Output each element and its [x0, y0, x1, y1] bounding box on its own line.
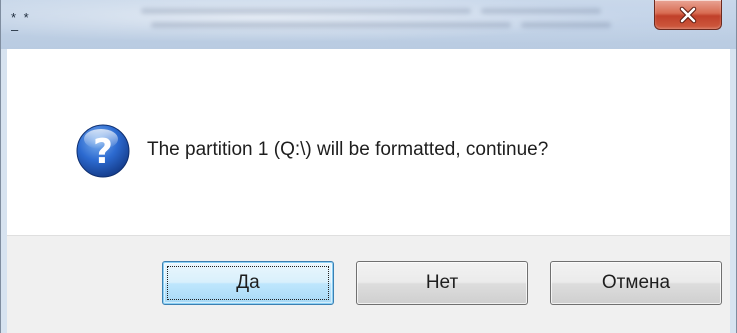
yes-button-label: Да: [236, 272, 260, 293]
no-button-label: Нет: [425, 272, 459, 293]
message-area: ? The partition 1 (Q:\) will be formatte…: [7, 49, 730, 235]
svg-text:?: ?: [93, 132, 113, 172]
close-icon: [679, 6, 697, 23]
close-button[interactable]: [654, 0, 722, 30]
cancel-button[interactable]: Отмена: [550, 261, 722, 305]
title-bar[interactable]: * * –: [1, 0, 736, 49]
dialog-window: * * – ? The partition 1 (Q:\) will be fo…: [0, 0, 737, 333]
cancel-button-label: Отмена: [601, 272, 671, 293]
yes-button[interactable]: Да: [162, 261, 334, 305]
button-bar: Да Нет Отмена: [7, 235, 730, 333]
question-icon: ?: [74, 122, 132, 180]
no-button[interactable]: Нет: [356, 261, 528, 305]
message-text: The partition 1 (Q:\) will be formatted,…: [147, 139, 549, 160]
window-title: * * –: [11, 10, 31, 37]
dialog-client-area: ? The partition 1 (Q:\) will be formatte…: [7, 49, 730, 333]
